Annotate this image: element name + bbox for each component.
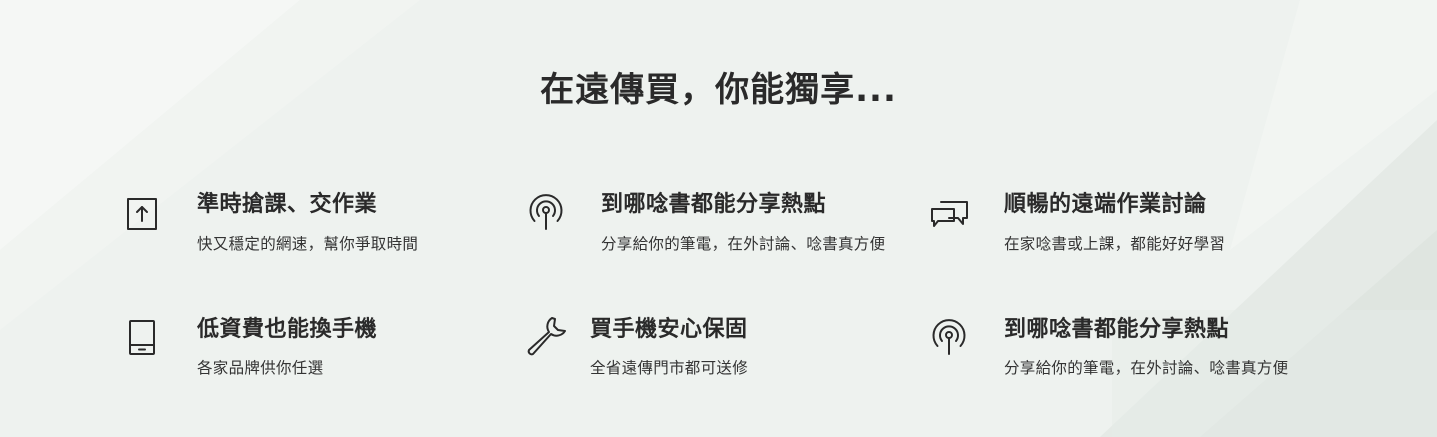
tablet-icon	[120, 316, 164, 360]
hotspot-icon	[524, 190, 568, 234]
feature-title: 到哪唸書都能分享熱點	[1004, 317, 1230, 342]
feature-description: 各家品牌供你任選	[197, 359, 324, 377]
upload-box-icon	[120, 192, 164, 236]
feature-title: 買手機安心保固	[590, 317, 748, 342]
feature-title: 準時搶課、交作業	[197, 192, 378, 217]
feature-description: 分享給你的筆電，在外討論、唸書真方便	[601, 235, 886, 253]
feature-title: 到哪唸書都能分享熱點	[601, 192, 827, 217]
hotspot-icon	[927, 315, 971, 359]
feature-title: 低資費也能換手機	[197, 317, 378, 342]
page-title: 在遠傳買，你能獨享...	[540, 70, 897, 110]
wrench-icon	[524, 314, 568, 358]
feature-description: 全省遠傳門市都可送修	[590, 359, 749, 377]
feature-description: 快又穩定的網速，幫你爭取時間	[197, 235, 419, 253]
chat-bubbles-icon	[927, 192, 971, 236]
feature-description: 在家唸書或上課，都能好好學習	[1004, 235, 1226, 253]
feature-title: 順暢的遠端作業討論	[1004, 192, 1207, 217]
feature-description: 分享給你的筆電，在外討論、唸書真方便	[1004, 359, 1289, 377]
